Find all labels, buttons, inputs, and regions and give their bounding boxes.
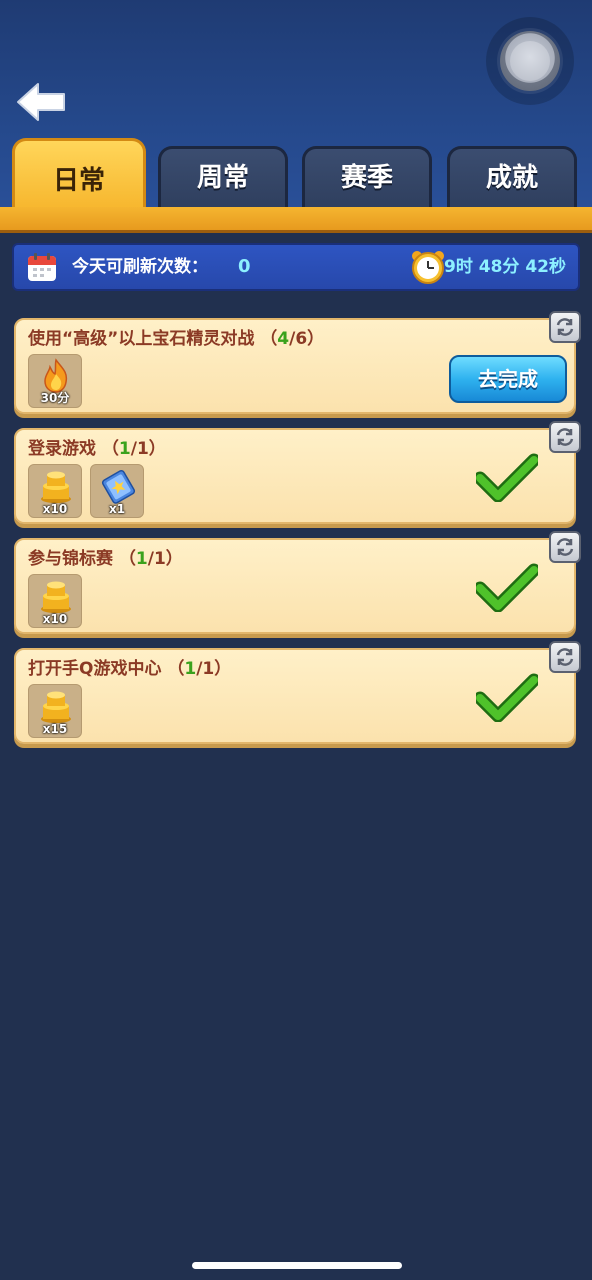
refresh-icon (556, 538, 574, 556)
task-title: 打开手Q游戏中心 （1/1） (28, 659, 232, 679)
task-title: 登录游戏 （1/1） (28, 439, 166, 459)
back-arrow-icon (17, 83, 65, 121)
task-title: 参与锦标赛 （1/1） (28, 549, 183, 569)
task-card: 参与锦标赛 （1/1） x10 (14, 538, 576, 634)
go-complete-button[interactable]: 去完成 (449, 355, 567, 403)
task-card: 使用“高级”以上宝石精灵对战 （4/6） 30分 去完成 (14, 318, 576, 414)
completed-check-icon (476, 673, 538, 722)
coin-stack-icon (41, 581, 71, 613)
refresh-count-value: 0 (238, 256, 251, 277)
refresh-count-label: 今天可刷新次数： (72, 257, 208, 277)
reward-quantity: x1 (108, 502, 126, 516)
reward-quantity: 30分 (40, 391, 70, 405)
completed-check-icon (476, 453, 538, 502)
refresh-icon (556, 648, 574, 666)
task-card: 打开手Q游戏中心 （1/1） x15 (14, 648, 576, 744)
reward-quantity: x10 (42, 502, 68, 516)
coin-stack-icon (41, 691, 71, 723)
completed-check-icon (476, 563, 538, 612)
tab-achievements[interactable]: 成就 (447, 146, 577, 212)
reward-item: x1 (90, 464, 144, 518)
refresh-icon (556, 428, 574, 446)
home-indicator[interactable] (192, 1262, 402, 1269)
alarm-clock-icon (412, 251, 444, 284)
reward-item: x10 (28, 574, 82, 628)
task-card: 登录游戏 （1/1） x10 x1 (14, 428, 576, 524)
joystick-knob-icon (500, 31, 560, 91)
task-progress-current: 1 (135, 549, 148, 569)
task-progress-current: 1 (184, 659, 197, 679)
tab-daily[interactable]: 日常 (12, 138, 146, 212)
task-progress-current: 4 (277, 329, 290, 349)
joystick-button[interactable] (486, 17, 574, 105)
coin-stack-icon (41, 471, 71, 503)
reward-item: x15 (28, 684, 82, 738)
refresh-countdown: 9时 48分 42秒 (444, 257, 566, 277)
tab-bar: 日常 周常 赛季 成就 (0, 138, 592, 212)
tab-season[interactable]: 赛季 (302, 146, 432, 212)
task-progress-current: 1 (118, 439, 131, 459)
refresh-task-button[interactable] (549, 311, 581, 343)
reward-quantity: x15 (42, 722, 68, 736)
reward-quantity: x10 (42, 612, 68, 626)
refresh-task-button[interactable] (549, 641, 581, 673)
refresh-task-button[interactable] (549, 531, 581, 563)
refresh-info-bar: 今天可刷新次数： 0 9时 48分 42秒 (12, 243, 580, 291)
task-title: 使用“高级”以上宝石精灵对战 （4/6） (28, 329, 325, 349)
tab-weekly[interactable]: 周常 (158, 146, 288, 212)
calendar-icon (28, 253, 56, 281)
tab-underline (0, 207, 592, 233)
back-button[interactable] (14, 78, 70, 126)
refresh-task-button[interactable] (549, 421, 581, 453)
reward-item: 30分 (28, 354, 82, 408)
refresh-icon (556, 318, 574, 336)
reward-item: x10 (28, 464, 82, 518)
ticket-icon (101, 469, 136, 504)
